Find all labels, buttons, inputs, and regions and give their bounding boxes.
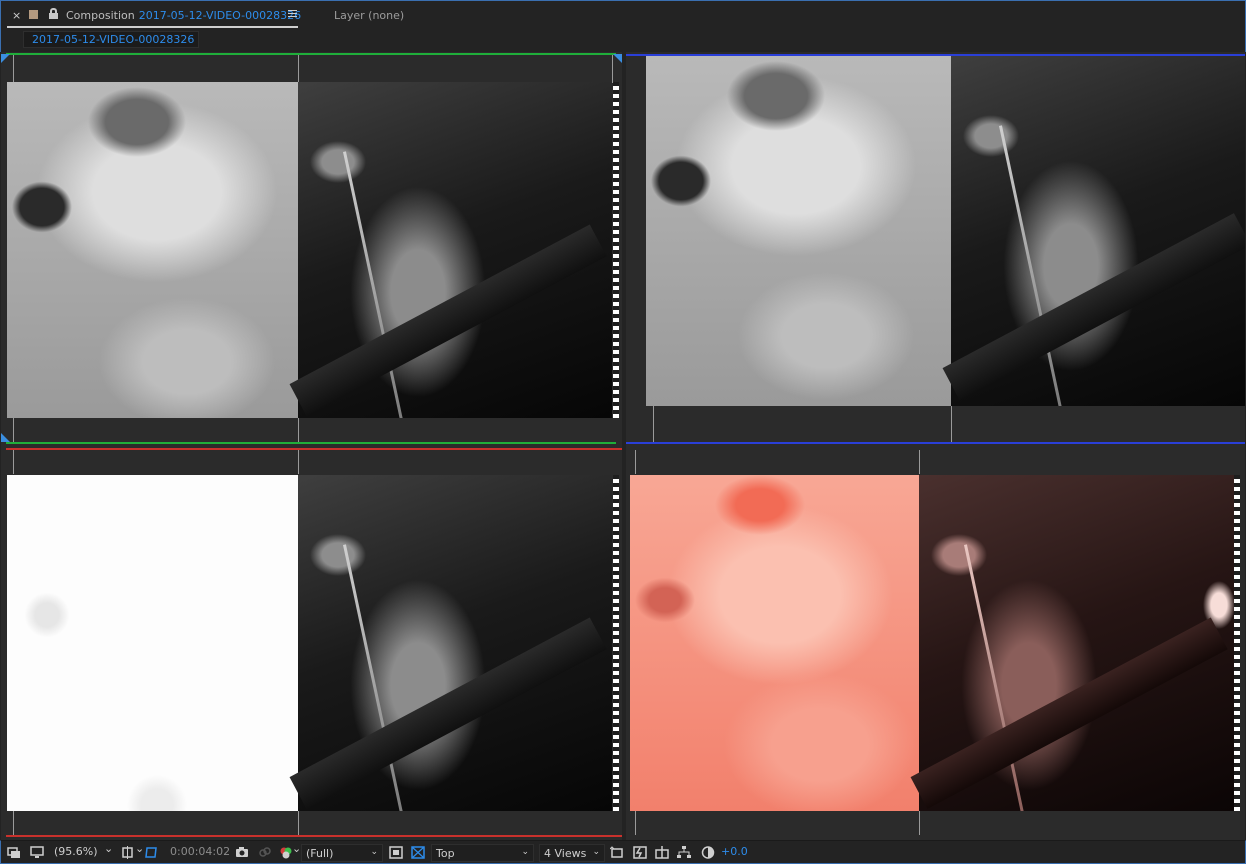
channel-rgb-icon[interactable] <box>279 846 293 859</box>
view-border-bottom <box>6 442 616 444</box>
transparency-edge <box>613 82 619 418</box>
corner-marker-icon <box>613 54 622 63</box>
comp-breadcrumb-bar: 2017-05-12-VIDEO-00028326 <box>0 28 1246 52</box>
view-bottom-left[interactable] <box>1 446 622 840</box>
chevron-down-icon: ⌄ <box>521 847 529 857</box>
layout-value: 4 Views <box>544 847 587 860</box>
frame-left-half <box>7 475 298 811</box>
guide-line <box>298 55 299 83</box>
guitar-neck <box>289 224 607 416</box>
zoom-chevron-icon[interactable]: ⌄ <box>104 842 113 858</box>
guide-line <box>635 450 636 474</box>
guitar-neck <box>942 213 1245 400</box>
monitor-icon[interactable] <box>30 846 44 859</box>
guide-line <box>951 406 952 442</box>
toggle-pixel-aspect-icon[interactable] <box>610 846 624 859</box>
close-tab-button[interactable]: × <box>12 9 21 22</box>
guide-line <box>13 811 14 835</box>
composition-frame[interactable] <box>7 475 619 811</box>
chevron-down-icon: ⌄ <box>370 847 378 857</box>
view-border-top <box>6 448 622 450</box>
composition-tab-name: 2017-05-12-VIDEO-00028326 <box>138 9 302 22</box>
layout-dropdown[interactable]: 4 Views ⌄ <box>539 844 605 862</box>
composition-panel-header: × Composition 2017-05-12-VIDEO-00028326 L… <box>0 0 1246 28</box>
view-value: Top <box>436 847 455 860</box>
region-of-interest-icon[interactable] <box>389 846 403 859</box>
lock-icon[interactable] <box>49 8 58 19</box>
frame-right-half <box>289 475 612 811</box>
composition-tab[interactable]: Composition 2017-05-12-VIDEO-00028326 <box>66 9 301 22</box>
guide-line <box>298 418 299 442</box>
frame-left-half <box>7 82 298 418</box>
guide-line <box>13 418 14 442</box>
frame-right-half <box>942 56 1245 406</box>
composition-frame[interactable] <box>7 82 619 418</box>
show-snapshot-icon[interactable] <box>258 846 272 859</box>
transparency-edge <box>1234 475 1240 811</box>
view-top-left[interactable] <box>1 52 622 446</box>
zoom-level[interactable]: (95.6%) <box>54 845 98 861</box>
hamburger-menu-icon[interactable] <box>288 10 297 18</box>
composition-frame[interactable] <box>630 475 1242 811</box>
frame-right-half <box>910 475 1235 811</box>
guide-line <box>919 450 920 474</box>
label-color-swatch[interactable] <box>29 10 38 19</box>
fast-previews-icon[interactable] <box>633 846 647 859</box>
frame-left-half <box>630 475 919 811</box>
resolution-value: (Full) <box>306 847 334 860</box>
transparency-edge <box>613 475 619 811</box>
guide-line <box>653 406 654 442</box>
view-top-right[interactable] <box>626 52 1245 446</box>
corner-marker-icon <box>1 433 10 442</box>
guide-line <box>13 55 14 83</box>
resolution-dropdown[interactable]: (Full) ⌄ <box>301 844 383 862</box>
transparency-grid-icon[interactable] <box>411 846 425 859</box>
view-bottom-right[interactable] <box>626 446 1245 840</box>
composition-frame[interactable] <box>646 56 1245 406</box>
exposure-value[interactable]: +0.0 <box>721 845 748 861</box>
chevron-down-icon: ⌄ <box>592 847 600 857</box>
flowchart-icon[interactable] <box>677 846 691 859</box>
guide-line <box>635 811 636 835</box>
channel-chevron-icon[interactable]: ⌄ <box>292 842 301 858</box>
comp-breadcrumb[interactable]: 2017-05-12-VIDEO-00028326 <box>23 31 199 48</box>
always-preview-icon[interactable] <box>7 846 21 859</box>
grid-chevron-icon[interactable]: ⌄ <box>135 842 144 858</box>
choose-grid-guides-icon[interactable] <box>121 846 135 859</box>
view-border-bottom <box>626 442 1245 444</box>
reset-exposure-icon[interactable] <box>701 846 715 859</box>
guide-line <box>612 55 613 83</box>
guide-line <box>13 450 14 474</box>
view-border-bottom <box>6 835 622 837</box>
composition-tab-prefix: Composition <box>66 9 135 22</box>
layer-tab[interactable]: Layer (none) <box>334 9 404 22</box>
guide-line <box>298 450 299 474</box>
frame-right-half <box>289 82 612 418</box>
view-dropdown[interactable]: Top ⌄ <box>431 844 534 862</box>
guitar-neck <box>910 617 1228 809</box>
viewer-toolbar: (95.6%) ⌄ ⌄ 0:00:04:02 ⌄ (Full) ⌄ Top ⌄ … <box>0 840 1246 864</box>
timeline-icon[interactable] <box>655 846 669 859</box>
view-border-top <box>6 53 616 55</box>
guide-line <box>919 811 920 835</box>
guitar-neck <box>289 617 607 809</box>
guide-line <box>298 811 299 835</box>
current-time[interactable]: 0:00:04:02 <box>170 845 230 861</box>
camera-snapshot-icon[interactable] <box>235 846 249 859</box>
frame-left-half <box>646 56 951 406</box>
mask-visibility-icon[interactable] <box>144 846 158 859</box>
corner-marker-icon <box>1 54 10 63</box>
